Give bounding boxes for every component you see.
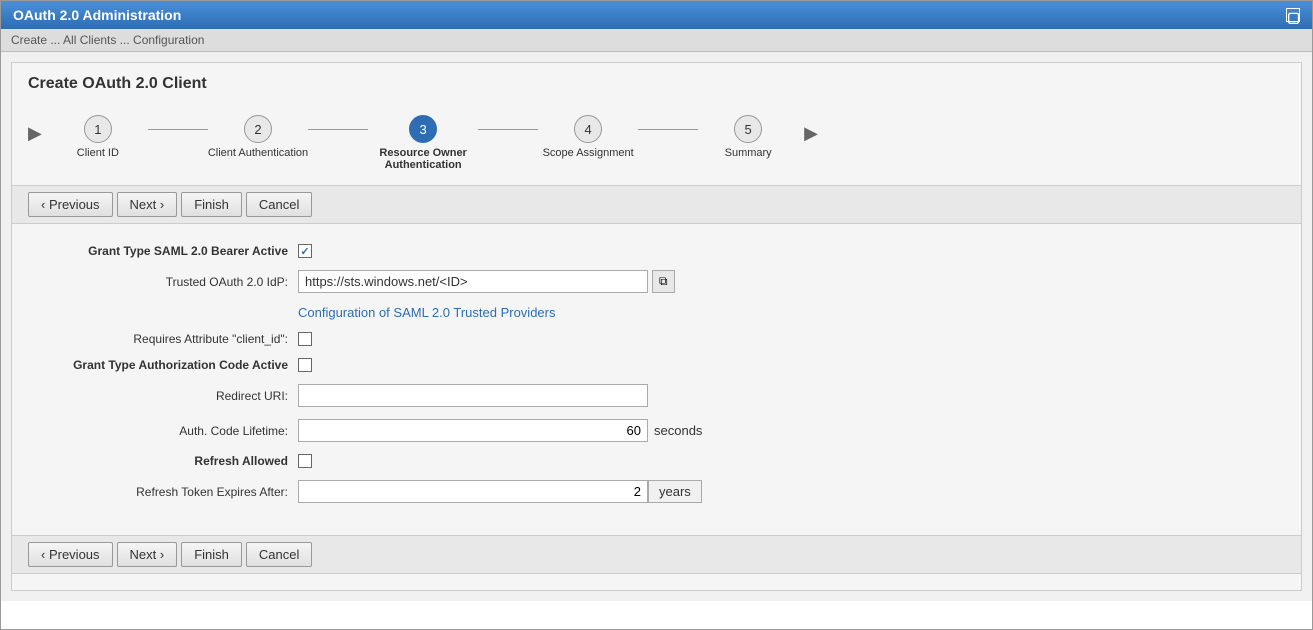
form-area: Grant Type SAML 2.0 Bearer Active Truste…	[28, 224, 1285, 525]
trusted-idp-row: Trusted OAuth 2.0 IdP: ⧉	[28, 270, 1285, 293]
grant-type-auth-row: Grant Type Authorization Code Active	[28, 358, 1285, 372]
wizard-end-arrow: ▶	[804, 123, 818, 144]
config-link-row: Configuration of SAML 2.0 Trusted Provid…	[28, 305, 1285, 320]
wizard-step-circle-1: 1	[84, 115, 112, 143]
top-previous-button[interactable]: Previous	[28, 192, 113, 217]
wizard-step-label-4: Scope Assignment	[543, 147, 634, 159]
window-title: OAuth 2.0 Administration	[13, 7, 181, 23]
create-panel: Create OAuth 2.0 Client ▶ 1 Client ID 2	[11, 62, 1302, 591]
refresh-expires-unit: years	[648, 480, 702, 503]
auth-code-lifetime-unit: seconds	[654, 423, 702, 438]
wizard-step-2: 2 Client Authentication	[208, 115, 308, 159]
redirect-uri-row: Redirect URI:	[28, 384, 1285, 407]
trusted-idp-input[interactable]	[298, 270, 648, 293]
wizard-step-3: 3 Resource Owner Authentication	[368, 115, 478, 171]
trusted-idp-label: Trusted OAuth 2.0 IdP:	[28, 275, 298, 289]
bottom-next-button[interactable]: Next	[117, 542, 178, 567]
wizard-steps: ▶ 1 Client ID 2 Client Authentication	[28, 107, 1285, 185]
top-finish-button[interactable]: Finish	[181, 192, 242, 217]
grant-type-saml-row: Grant Type SAML 2.0 Bearer Active	[28, 244, 1285, 258]
refresh-allowed-row: Refresh Allowed	[28, 454, 1285, 468]
requires-attr-label: Requires Attribute "client_id":	[28, 332, 298, 346]
redirect-uri-label: Redirect URI:	[28, 389, 298, 403]
wizard-step-label-1: Client ID	[77, 147, 119, 159]
wizard-connector-1	[148, 129, 208, 130]
requires-attr-checkbox[interactable]	[298, 332, 312, 346]
bottom-toolbar: Previous Next Finish Cancel	[12, 535, 1301, 574]
auth-code-lifetime-input[interactable]	[298, 419, 648, 442]
wizard-step-circle-4: 4	[574, 115, 602, 143]
top-next-button[interactable]: Next	[117, 192, 178, 217]
grant-type-saml-label: Grant Type SAML 2.0 Bearer Active	[28, 244, 298, 258]
top-toolbar: Previous Next Finish Cancel	[12, 185, 1301, 224]
wizard-connector-2	[308, 129, 368, 130]
wizard-step-4: 4 Scope Assignment	[538, 115, 638, 159]
bottom-finish-button[interactable]: Finish	[181, 542, 242, 567]
page-content: Create OAuth 2.0 Client ▶ 1 Client ID 2	[1, 52, 1312, 601]
wizard-start-arrow: ▶	[28, 123, 42, 144]
breadcrumb: Create ... All Clients ... Configuration	[1, 29, 1312, 52]
window-frame: OAuth 2.0 Administration ▢ Create ... Al…	[0, 0, 1313, 630]
config-link[interactable]: Configuration of SAML 2.0 Trusted Provid…	[298, 305, 555, 320]
wizard-step-label-2: Client Authentication	[208, 147, 308, 159]
top-cancel-button[interactable]: Cancel	[246, 192, 312, 217]
trusted-idp-wrapper: ⧉	[298, 270, 675, 293]
grant-type-saml-checkbox[interactable]	[298, 244, 312, 258]
bottom-previous-button[interactable]: Previous	[28, 542, 113, 567]
maximize-icon[interactable]: ▢	[1286, 8, 1300, 22]
refresh-allowed-checkbox[interactable]	[298, 454, 312, 468]
grant-type-auth-label: Grant Type Authorization Code Active	[28, 358, 298, 372]
panel-title: Create OAuth 2.0 Client	[28, 75, 1285, 93]
wizard-step-5: 5 Summary	[698, 115, 798, 159]
grant-type-auth-checkbox[interactable]	[298, 358, 312, 372]
bottom-cancel-button[interactable]: Cancel	[246, 542, 312, 567]
wizard-step-1: 1 Client ID	[48, 115, 148, 159]
wizard-connector-3	[478, 129, 538, 130]
wizard-step-circle-3: 3	[409, 115, 437, 143]
trusted-idp-copy-button[interactable]: ⧉	[652, 270, 675, 293]
wizard-step-circle-2: 2	[244, 115, 272, 143]
requires-attr-row: Requires Attribute "client_id":	[28, 332, 1285, 346]
auth-code-lifetime-row: Auth. Code Lifetime: seconds	[28, 419, 1285, 442]
auth-code-lifetime-label: Auth. Code Lifetime:	[28, 424, 298, 438]
wizard-step-circle-5: 5	[734, 115, 762, 143]
wizard-step-label-3: Resource Owner Authentication	[368, 147, 478, 171]
refresh-expires-row: Refresh Token Expires After: years	[28, 480, 1285, 503]
title-bar: OAuth 2.0 Administration ▢	[1, 1, 1312, 29]
wizard-connector-4	[638, 129, 698, 130]
refresh-expires-label: Refresh Token Expires After:	[28, 485, 298, 499]
refresh-allowed-label: Refresh Allowed	[28, 454, 298, 468]
redirect-uri-input[interactable]	[298, 384, 648, 407]
wizard-step-label-5: Summary	[725, 147, 772, 159]
refresh-expires-input[interactable]	[298, 480, 648, 503]
